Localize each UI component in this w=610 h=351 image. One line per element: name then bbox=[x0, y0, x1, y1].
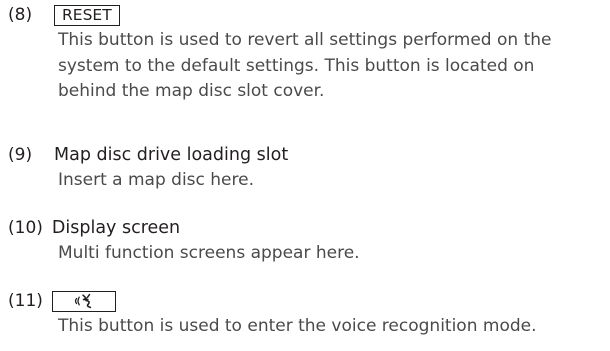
entry-number: (10) bbox=[8, 218, 43, 238]
entry-heading: (10) Display screen bbox=[8, 215, 604, 241]
entry-voice-recognition: (11) This button is used to enter the vo… bbox=[8, 288, 604, 340]
entry-description-line: This button is used to enter the voice r… bbox=[58, 316, 537, 336]
entry-display-screen: (10) Display screen Multi function scree… bbox=[8, 215, 604, 267]
entry-heading: (8) RESET bbox=[8, 2, 604, 28]
entry-title: Map disc drive loading slot bbox=[54, 145, 289, 165]
entry-map-disc-slot: (9) Map disc drive loading slot Insert a… bbox=[8, 142, 604, 194]
entry-title: Display screen bbox=[51, 218, 181, 238]
entry-description-line: Multi function screens appear here. bbox=[58, 243, 360, 263]
entry-description-line: Insert a map disc here. bbox=[58, 170, 254, 190]
voice-key-box bbox=[51, 290, 116, 312]
entry-description-line: This button is used to revert all settin… bbox=[58, 30, 552, 50]
entry-description-line: system to the default settings. This but… bbox=[58, 55, 535, 76]
entry-number: (9) bbox=[8, 145, 33, 165]
entry-heading: (11) bbox=[8, 288, 604, 314]
manual-page: (8) RESET This button is used to revert … bbox=[0, 0, 610, 351]
entry-number: (11) bbox=[8, 291, 43, 311]
voice-recognition-icon bbox=[74, 293, 92, 309]
entry-reset: (8) RESET This button is used to revert … bbox=[8, 2, 604, 105]
entry-description-line: behind the map disc slot cover. bbox=[58, 81, 325, 101]
entry-number: (8) bbox=[8, 5, 33, 25]
reset-key-label: RESET bbox=[54, 4, 120, 26]
entry-heading: (9) Map disc drive loading slot bbox=[8, 142, 604, 168]
